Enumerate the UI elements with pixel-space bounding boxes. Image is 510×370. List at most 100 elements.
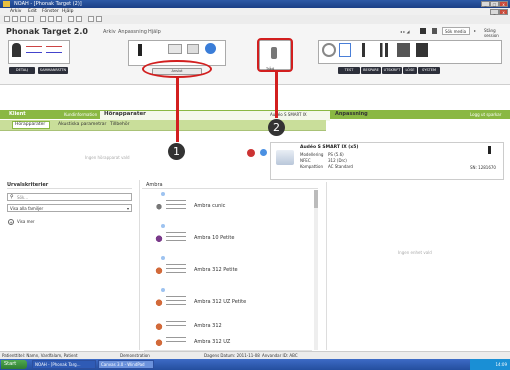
filter-search-input[interactable]: ⚲ Sök...: [7, 193, 132, 201]
logout-link[interactable]: Logg ut sparkar: [470, 112, 501, 117]
cable-icon: [168, 44, 182, 54]
close-session-link[interactable]: Stäng session: [484, 28, 510, 38]
save-session-button[interactable]: BESPARE: [361, 67, 381, 74]
filter-search-placeholder: Sök...: [17, 195, 29, 200]
list-item[interactable]: Ambra 312 UZ Petite: [144, 286, 312, 319]
monitor-icon[interactable]: [420, 28, 426, 34]
list-item-label: Ambra 312 UZ Petite: [194, 299, 247, 305]
list-item[interactable]: Ambra 10 Petite: [144, 222, 312, 255]
media-search-input[interactable]: Sök media: [442, 27, 470, 35]
new-icon[interactable]: [4, 16, 10, 22]
settings-icon[interactable]: [88, 16, 94, 22]
ear-side-icon[interactable]: [260, 149, 267, 156]
upload-icon: [362, 43, 365, 57]
print-icon[interactable]: [28, 16, 34, 22]
status-mode: Demonstration: [120, 353, 150, 358]
print-button[interactable]: UTSKRIFT: [382, 67, 402, 74]
status-user: Anvandar ID: ABC: [262, 353, 298, 358]
spec-lines: [166, 264, 186, 276]
list-item[interactable]: Ambra 312: [144, 318, 312, 335]
list-item[interactable]: Ambra 312 UZ: [144, 334, 312, 351]
minimize-button[interactable]: _: [481, 1, 490, 7]
programmer-icon: [187, 44, 199, 54]
bluetooth-icon: [205, 43, 216, 54]
copy-icon[interactable]: [48, 16, 54, 22]
menu-fonster[interactable]: Fönster: [42, 9, 59, 14]
tab-klient[interactable]: Klient: [9, 111, 26, 117]
device-image: [276, 150, 294, 165]
status-dot-icon: [161, 224, 165, 228]
hearing-aid-icon: [152, 319, 166, 333]
subtab-akustiska[interactable]: Akustiska parametrar: [58, 122, 106, 127]
hearing-aid-icon: [152, 263, 166, 277]
list-item-label: Ambra cunic: [194, 203, 226, 209]
redo-icon[interactable]: [76, 16, 82, 22]
hearing-aid-icon: [152, 335, 166, 349]
paste-icon[interactable]: [56, 16, 62, 22]
close-button-dark[interactable]: LÖSE: [403, 67, 417, 74]
nav-arkiv[interactable]: Arkiv: [103, 29, 116, 35]
clock: 14:09: [495, 362, 507, 367]
remove-left-icon[interactable]: [247, 149, 255, 157]
list-scrollbar-thumb[interactable]: [314, 190, 318, 208]
device-serial: SN: 1281670: [470, 165, 496, 170]
device-row-value-0: PS (5.6): [328, 152, 344, 157]
annotation-line-1: [176, 76, 179, 142]
save-icon[interactable]: [20, 16, 26, 22]
test-button[interactable]: TEST: [338, 67, 360, 74]
expand-icon[interactable]: +: [8, 219, 14, 225]
nav-anpassning[interactable]: Anpassning: [118, 29, 147, 35]
list-item-label: Ambra 10 Petite: [194, 235, 235, 241]
taskbar-item-noah[interactable]: NOAH - [Phonak Targ...: [32, 360, 96, 369]
audiogram-blue-line: [26, 52, 42, 53]
close-session-arrow[interactable]: ▸: [474, 28, 476, 33]
subtab-horapparater[interactable]: Hörapparater: [12, 121, 50, 129]
details-button[interactable]: DETALJ: [9, 67, 35, 74]
annotation-line-2: [275, 72, 278, 118]
device-row-value-2: AC Standard: [328, 164, 353, 169]
status-dot-icon: [161, 256, 165, 260]
summary-button[interactable]: SAMMANFATTN: [38, 67, 68, 74]
device-row-label-1: NFEC: [300, 158, 311, 163]
maximize-button[interactable]: □: [490, 1, 499, 7]
undo-icon[interactable]: [68, 16, 74, 22]
person-icon: [12, 43, 21, 57]
annotation-marker-2: 2: [268, 119, 285, 136]
list-item[interactable]: Ambra 312 Petite: [144, 254, 312, 287]
menu-arkiv[interactable]: Arkiv: [10, 9, 21, 14]
list-item[interactable]: Ambra cunic: [144, 190, 312, 223]
close-button[interactable]: x: [499, 1, 508, 7]
subtab-tillbehor[interactable]: Tillbehör: [110, 122, 129, 127]
system-button[interactable]: SYSTEM: [418, 67, 440, 74]
audiogram-blue-line-2: [46, 52, 62, 53]
tab-klient-sub[interactable]: Kundinformation: [64, 112, 97, 117]
tab-horapparater[interactable]: Hörapparater: [104, 111, 146, 117]
left-empty-hint: Ingen hörapparat vald: [85, 155, 130, 160]
tools-icon: [416, 43, 428, 57]
taskbar-item-canvas[interactable]: Canvas 3.0 - WindPad: [98, 360, 154, 369]
nav-hjalp[interactable]: Hjälp: [148, 29, 161, 35]
window-title: NOAH - [Phonak Target (2)]: [14, 1, 82, 7]
system-tray: 14:09: [470, 359, 510, 370]
family-dropdown[interactable]: Visa alla familjer ▾: [7, 204, 132, 212]
family-dropdown-value: Visa alla familjer: [10, 206, 44, 211]
lock-icon[interactable]: [432, 28, 437, 34]
nav-arrows[interactable]: ◂ ▸ ◢: [400, 29, 410, 34]
spec-lines: [166, 200, 186, 212]
tab-anpassning[interactable]: Anpassning: [335, 111, 368, 117]
list-divider: [142, 188, 318, 189]
hearing-aid-icon: [152, 295, 166, 309]
device-row-label-0: Modellering: [300, 152, 324, 157]
menu-hjalp[interactable]: Hjälp: [62, 9, 74, 14]
menu-edit[interactable]: Edit: [28, 9, 37, 14]
device-icon: [138, 44, 142, 56]
search-icon: ⚲: [10, 194, 14, 200]
list-scrollbar[interactable]: [314, 190, 318, 350]
help-icon[interactable]: [96, 16, 102, 22]
status-dot-icon: [161, 288, 165, 292]
open-icon[interactable]: [12, 16, 18, 22]
cut-icon[interactable]: [40, 16, 46, 22]
window-titlebar: NOAH - [Phonak Target (2)] _ □ x: [0, 0, 510, 8]
start-button[interactable]: Start: [1, 360, 27, 369]
show-more-link[interactable]: Visa mer: [17, 219, 35, 224]
